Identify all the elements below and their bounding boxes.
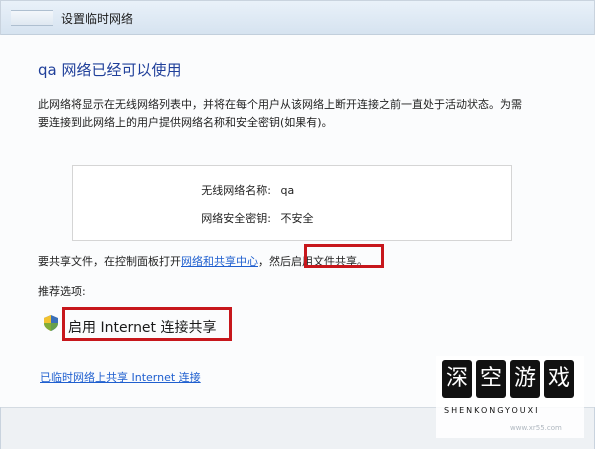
enable-ics-button[interactable]: 启用 Internet 连接共享 [68, 317, 217, 337]
network-name-label: 无线网络名称: [201, 184, 271, 197]
watermark-site: www.xr55.com [510, 424, 562, 432]
share-prefix: 要共享文件，在控制面板打开 [38, 255, 181, 268]
network-info-box: 无线网络名称: qa 网络安全密钥: 不安全 [72, 165, 512, 241]
watermark-char: 戏 [544, 360, 574, 398]
description-text: 此网络将显示在无线网络列表中，并将在每个用户从该网络上断开连接之前一直处于活动状… [38, 98, 522, 129]
network-sharing-center-link[interactable]: 网络和共享中心 [181, 255, 258, 268]
title-bar: 设置临时网络 [1, 1, 594, 35]
watermark-char: 深 [442, 360, 472, 398]
window-title: 设置临时网络 [61, 12, 134, 26]
share-internet-link[interactable]: 已临时网络上共享 Internet 连接 [40, 369, 201, 385]
security-key-value: 不安全 [280, 212, 314, 225]
network-name-row: 无线网络名称: qa [183, 182, 294, 198]
share-middle: ，然后 [258, 255, 291, 268]
watermark-char: 空 [476, 360, 506, 398]
watermark-logo: 深 空 游 戏 SHENKONGYOUXI www.xr55.com [436, 356, 584, 438]
security-key-row: 网络安全密钥: 不安全 [183, 210, 314, 226]
file-sharing-highlight-box [304, 244, 384, 268]
watermark-latin: SHENKONGYOUXI [444, 406, 540, 415]
watermark-char: 游 [510, 360, 540, 398]
recommended-options-label: 推荐选项: [38, 285, 86, 298]
network-name-value: qa [280, 184, 295, 197]
security-key-label: 网络安全密钥: [201, 212, 271, 225]
back-button[interactable] [11, 10, 53, 26]
shield-icon [44, 315, 58, 331]
page-heading: qa 网络已经可以使用 [38, 61, 182, 79]
dialog-content: qa 网络已经可以使用 此网络将显示在无线网络列表中，并将在每个用户从该网络上断… [0, 35, 595, 407]
